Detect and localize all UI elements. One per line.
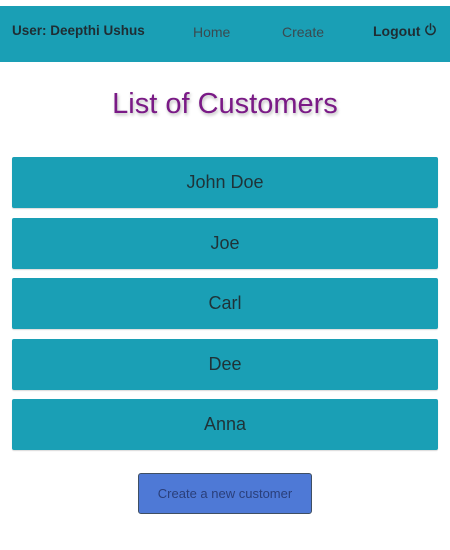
customer-list-item[interactable]: Carl [12, 278, 438, 329]
customer-list-item[interactable]: Dee [12, 338, 438, 390]
logout-label: Logout [373, 23, 421, 39]
customer-list-item[interactable]: Joe [12, 217, 438, 269]
current-user-label: User: Deepthi Ushus [12, 23, 145, 38]
create-customer-button[interactable]: Create a new customer [138, 473, 312, 514]
customer-list-item[interactable]: John Doe [12, 157, 438, 208]
customer-list: John Doe Joe Carl Dee Anna [12, 157, 438, 460]
top-navigation-bar: User: Deepthi Ushus Home Create Logout [0, 6, 450, 62]
page-title: List of Customers [112, 88, 338, 120]
nav-create-link[interactable]: Create [282, 6, 324, 62]
customer-list-item[interactable]: Anna [12, 399, 438, 450]
nav-home-link[interactable]: Home [193, 6, 230, 62]
logout-link[interactable]: Logout [373, 6, 437, 62]
power-icon [424, 6, 437, 56]
